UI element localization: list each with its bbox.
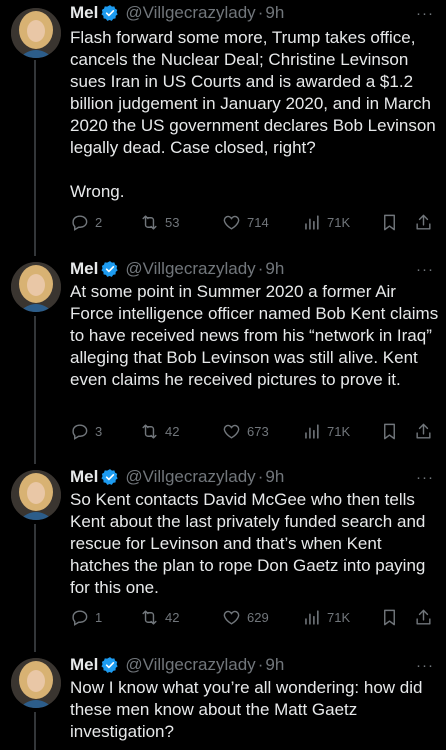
separator: ·	[257, 467, 264, 486]
views-count: 71K	[327, 609, 351, 625]
heart-icon	[223, 215, 240, 230]
repost-icon	[142, 214, 157, 230]
avatar[interactable]	[11, 8, 61, 58]
timestamp[interactable]: 9h	[265, 3, 284, 23]
tweet-text: Now I know what you’re all wondering: ho…	[70, 677, 442, 743]
separator: ·	[257, 655, 264, 674]
author-name[interactable]: Mel	[70, 3, 98, 23]
thread-line	[34, 60, 36, 256]
verified-badge-icon	[101, 657, 118, 673]
share-button[interactable]	[414, 420, 433, 442]
views-button[interactable]: 71K	[302, 211, 350, 233]
bookmark-button[interactable]	[380, 420, 399, 442]
reply-button[interactable]: 2	[70, 211, 102, 233]
reply-count: 1	[95, 609, 103, 625]
share-button[interactable]	[414, 606, 433, 628]
like-button[interactable]: 629	[222, 606, 269, 628]
action-bar: 1 42 629 71K	[70, 606, 436, 628]
bookmark-button[interactable]	[380, 606, 399, 628]
tweet-text: So Kent contacts David McGee who then te…	[70, 489, 442, 599]
verified-badge-icon	[101, 261, 118, 277]
tweet-paragraph: At some point in Summer 2020 a former Ai…	[70, 282, 439, 389]
separator: ·	[257, 259, 264, 278]
author-name[interactable]: Mel	[70, 259, 98, 279]
repost-count: 53	[165, 214, 180, 230]
repost-button[interactable]: 42	[140, 420, 179, 442]
timestamp[interactable]: 9h	[265, 467, 284, 487]
avatar[interactable]	[11, 658, 61, 708]
like-count: 714	[247, 214, 269, 230]
reply-count: 2	[95, 214, 103, 230]
reply-icon	[72, 423, 88, 440]
bookmark-icon	[384, 423, 395, 439]
views-button[interactable]: 71K	[302, 420, 350, 442]
share-icon	[416, 423, 431, 439]
author-name[interactable]: Mel	[70, 655, 98, 675]
share-button[interactable]	[414, 211, 433, 233]
views-icon	[305, 423, 319, 439]
action-bar: 2 53 714 71K	[70, 211, 436, 233]
thread-line	[34, 316, 36, 464]
author-handle[interactable]: @Villgecrazylady	[125, 259, 255, 279]
repost-count: 42	[165, 423, 180, 439]
author-handle[interactable]: @Villgecrazylady	[125, 655, 255, 675]
tweet-paragraph: So Kent contacts David McGee who then te…	[70, 490, 426, 597]
bookmark-icon	[384, 609, 395, 625]
reply-count: 3	[95, 423, 103, 439]
avatar[interactable]	[11, 262, 61, 312]
timestamp[interactable]: 9h	[265, 655, 284, 675]
timestamp[interactable]: 9h	[265, 259, 284, 279]
share-icon	[416, 609, 431, 625]
repost-button[interactable]: 42	[140, 606, 179, 628]
author-handle[interactable]: @Villgecrazylady	[125, 467, 255, 487]
repost-count: 42	[165, 609, 180, 625]
verified-badge-icon	[101, 5, 118, 21]
thread-line	[34, 524, 36, 652]
more-options-icon[interactable]: ···	[416, 658, 434, 673]
tweet-text: At some point in Summer 2020 a former Ai…	[70, 281, 442, 391]
action-bar: 3 42 673 71K	[70, 420, 436, 442]
repost-icon	[142, 609, 157, 625]
more-options-icon[interactable]: ···	[416, 262, 434, 277]
bookmark-icon	[384, 214, 395, 230]
tweet-text: Flash forward some more, Trump takes off…	[70, 27, 442, 203]
bookmark-button[interactable]	[380, 211, 399, 233]
views-count: 71K	[327, 214, 351, 230]
reply-icon	[72, 214, 88, 231]
thread-line	[34, 712, 36, 750]
reply-button[interactable]: 3	[70, 420, 102, 442]
reply-button[interactable]: 1	[70, 606, 102, 628]
heart-icon	[223, 424, 240, 439]
more-options-icon[interactable]: ···	[416, 6, 434, 21]
views-icon	[305, 214, 319, 230]
like-button[interactable]: 673	[222, 420, 269, 442]
reply-icon	[72, 609, 88, 626]
more-options-icon[interactable]: ···	[416, 470, 434, 485]
like-button[interactable]: 714	[222, 211, 269, 233]
share-icon	[416, 214, 431, 230]
repost-button[interactable]: 53	[140, 211, 179, 233]
separator: ·	[257, 3, 264, 22]
tweet-paragraph: Now I know what you’re all wondering: ho…	[70, 678, 423, 741]
avatar[interactable]	[11, 470, 61, 520]
author-handle[interactable]: @Villgecrazylady	[125, 3, 255, 23]
repost-icon	[142, 423, 157, 439]
verified-badge-icon	[101, 469, 118, 485]
views-icon	[305, 609, 319, 625]
like-count: 673	[247, 423, 269, 439]
heart-icon	[223, 610, 240, 625]
author-name[interactable]: Mel	[70, 467, 98, 487]
tweet-paragraph: Wrong.	[70, 182, 125, 201]
views-button[interactable]: 71K	[302, 606, 350, 628]
views-count: 71K	[327, 423, 351, 439]
like-count: 629	[247, 609, 269, 625]
tweet-paragraph: Flash forward some more, Trump takes off…	[70, 28, 436, 157]
